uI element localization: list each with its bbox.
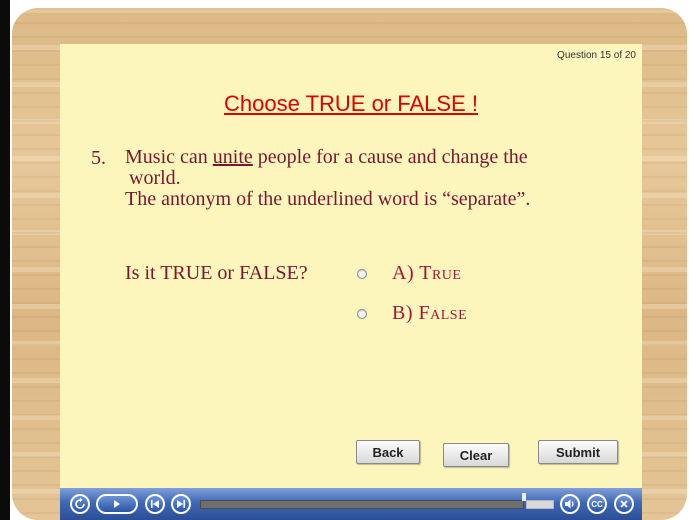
option-true-label[interactable]: A) True xyxy=(392,262,461,285)
question-number: 5. xyxy=(91,147,106,169)
question-counter: Question 15 of 20 xyxy=(557,50,636,61)
replay-icon[interactable] xyxy=(70,494,90,514)
previous-icon[interactable] xyxy=(145,494,165,514)
answer-prompt: Is it TRUE or FALSE? xyxy=(125,262,308,284)
left-edge-bar xyxy=(0,0,10,520)
radio-button-true[interactable] xyxy=(357,268,367,279)
question-text: Music can unite people for a cause and c… xyxy=(125,147,635,210)
progress-track[interactable] xyxy=(200,500,524,509)
question-text-part: people for a cause and change the xyxy=(252,146,528,168)
play-icon[interactable] xyxy=(96,494,138,514)
underlined-word: unite xyxy=(212,146,253,168)
question-line-2: world. xyxy=(129,167,181,189)
question-line-3: The antonym of the underlined word is “s… xyxy=(125,188,531,210)
back-button[interactable]: Back xyxy=(356,440,420,464)
next-icon[interactable] xyxy=(171,494,191,514)
cc-icon[interactable]: CC xyxy=(587,494,607,514)
slide-title: Choose TRUE or FALSE ! xyxy=(224,91,478,116)
option-false[interactable]: B) False xyxy=(357,302,467,325)
option-true[interactable]: A) True xyxy=(357,262,461,285)
question-text-part: Music can xyxy=(125,146,213,168)
close-icon[interactable] xyxy=(614,494,634,514)
quiz-slide: Question 15 of 20 Choose TRUE or FALSE !… xyxy=(60,44,642,488)
radio-button-false[interactable] xyxy=(357,308,367,319)
volume-icon[interactable] xyxy=(560,494,580,514)
submit-button[interactable]: Submit xyxy=(538,440,618,464)
question-line-1: Music can unite people for a cause and c… xyxy=(125,147,635,168)
player-controls: CC xyxy=(60,488,642,520)
volume-track[interactable] xyxy=(526,500,554,509)
clear-button[interactable]: Clear xyxy=(443,443,509,467)
option-false-label[interactable]: B) False xyxy=(392,302,467,325)
cc-label: CC xyxy=(591,499,603,509)
